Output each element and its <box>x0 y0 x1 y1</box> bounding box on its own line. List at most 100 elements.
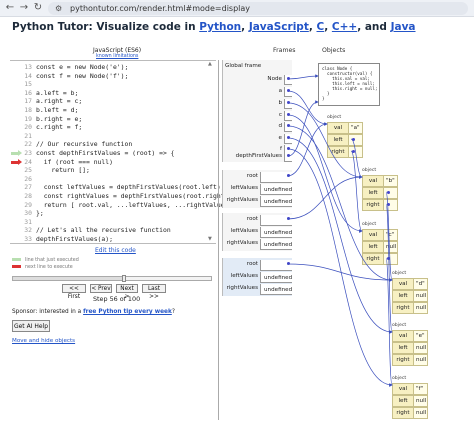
field-value: "e" <box>413 331 427 341</box>
object-field-right: right <box>362 199 398 211</box>
function-pointer-arrow <box>287 100 319 157</box>
field-name: left <box>333 137 343 143</box>
tree-node-object[interactable]: object val "e" left null right null <box>392 323 428 368</box>
code-line: 33 depthFirstValues(a); <box>10 235 216 245</box>
field-value: null <box>413 408 427 418</box>
page-title: Python Tutor: Visualize code in Python , … <box>12 21 416 33</box>
object-label: object <box>392 271 407 276</box>
last-button[interactable]: Last >> <box>142 284 166 300</box>
field-name: val <box>368 178 378 184</box>
reload-icon[interactable]: ↻ <box>32 2 44 14</box>
tree-node-object[interactable]: object val "b" left right <box>362 168 398 213</box>
pointer-value <box>284 152 292 162</box>
field-value: null <box>413 343 427 353</box>
legend-executed: line that just executed <box>12 258 79 263</box>
object-label: object <box>362 222 377 227</box>
address-bar-url: pythontutor.com/render.html#mode=display <box>70 4 251 13</box>
value-text: undefined <box>264 275 293 281</box>
address-bar[interactable]: ⚙ pythontutor.com/render.html#mode=displ… <box>48 2 468 15</box>
object-label: object <box>392 323 407 328</box>
var-name: rightValues <box>226 197 258 203</box>
object-label: object <box>392 376 407 381</box>
frame-var-rightvalues: rightValues <box>222 285 258 295</box>
next-swatch <box>12 265 21 268</box>
tune-icon[interactable]: ⚙ <box>55 2 62 15</box>
edit-code-link[interactable]: Edit this code <box>95 247 136 254</box>
tree-node-object[interactable]: object val "a" left right <box>327 115 363 160</box>
object-field-left: left <box>362 187 398 199</box>
next-button[interactable]: Next > <box>116 284 138 300</box>
field-value <box>348 147 362 157</box>
forward-arrow-icon[interactable]: → <box>18 2 30 14</box>
global-var-c: c <box>222 112 282 122</box>
var-name: b <box>278 100 282 106</box>
value-text: undefined <box>264 187 293 193</box>
move-hide-objects-link[interactable]: Move and hide objects <box>12 338 75 344</box>
var-value: undefined <box>260 284 292 295</box>
global-var-d: d <box>222 123 282 133</box>
frame-var-root: root <box>222 216 258 226</box>
scroll-up-icon[interactable]: ▲ <box>208 61 212 67</box>
step-counter: Step 56 of 100 <box>93 295 141 303</box>
field-name: val <box>398 386 408 392</box>
step-slider[interactable] <box>12 275 212 282</box>
get-ai-help-button[interactable]: Get AI Help <box>12 320 50 332</box>
var-name: leftValues <box>230 273 258 279</box>
var-name: depthFirstValues <box>235 153 282 159</box>
field-value <box>383 254 397 264</box>
prev-button[interactable]: < Prev <box>90 284 112 293</box>
field-value: null <box>383 242 397 252</box>
pointer-dot-icon <box>287 136 290 139</box>
pointer-value <box>260 260 292 271</box>
panel-divider[interactable] <box>218 60 219 420</box>
frames-header: Frames <box>273 47 296 54</box>
object-field-val: val "e" <box>392 330 428 342</box>
field-value: "c" <box>383 230 397 240</box>
pointer-dot-icon <box>387 191 390 194</box>
pointer-dot-icon <box>287 101 290 104</box>
tree-node-object[interactable]: object val "f" left null right null <box>392 376 428 421</box>
code-scrollbar[interactable]: ▲ ▼ <box>207 60 214 244</box>
slider-knob[interactable] <box>121 275 126 282</box>
field-name: left <box>398 398 408 404</box>
legend-executed-label: line that just executed <box>25 258 79 263</box>
tree-node-object[interactable]: object val "d" left null right null <box>392 271 428 316</box>
tree-node-object[interactable]: object val "c" left null right <box>362 222 398 267</box>
back-arrow-icon[interactable]: ← <box>4 2 16 14</box>
link-java[interactable]: Java <box>391 21 416 33</box>
first-button[interactable]: << First <box>62 284 86 300</box>
var-name: rightValues <box>226 240 258 246</box>
title-sep: , <box>308 21 317 33</box>
pointer-value <box>260 215 292 226</box>
var-name: leftValues <box>230 185 258 191</box>
class-node-code: class Node { constructor(val) { this.val… <box>318 63 380 106</box>
var-name: leftValues <box>230 228 258 234</box>
pointer-value <box>284 87 292 97</box>
var-value: undefined <box>260 184 292 195</box>
class-pointer-arrow <box>287 74 319 80</box>
pointer-value <box>284 75 292 85</box>
object-field-val: val "d" <box>392 278 428 290</box>
object-field-left: left null <box>362 241 398 253</box>
known-limitations-link[interactable]: known limitations <box>96 54 138 59</box>
title-sep: , and <box>357 21 391 33</box>
pointer-dot-icon <box>387 203 390 206</box>
object-label: object <box>362 168 377 173</box>
object-field-left: left <box>327 134 363 146</box>
object-field-val: val "a" <box>327 122 363 134</box>
link-python[interactable]: Python <box>199 21 241 33</box>
global-var-e: e <box>222 135 282 145</box>
link-javascript[interactable]: JavaScript <box>249 21 309 33</box>
var-name: root <box>246 173 258 179</box>
legend-next-label: next line to execute <box>25 265 73 270</box>
field-name: right <box>366 256 380 262</box>
frame-var-root: root <box>222 173 258 183</box>
sponsor-link[interactable]: free Python tip every week <box>83 309 172 315</box>
field-name: val <box>398 333 408 339</box>
object-field-left: left null <box>392 395 428 407</box>
frame-var-root: root <box>222 261 258 271</box>
scroll-down-icon[interactable]: ▼ <box>208 236 212 242</box>
field-name: right <box>331 149 345 155</box>
link-cpp[interactable]: C++ <box>332 21 357 33</box>
pointer-value <box>260 172 292 183</box>
